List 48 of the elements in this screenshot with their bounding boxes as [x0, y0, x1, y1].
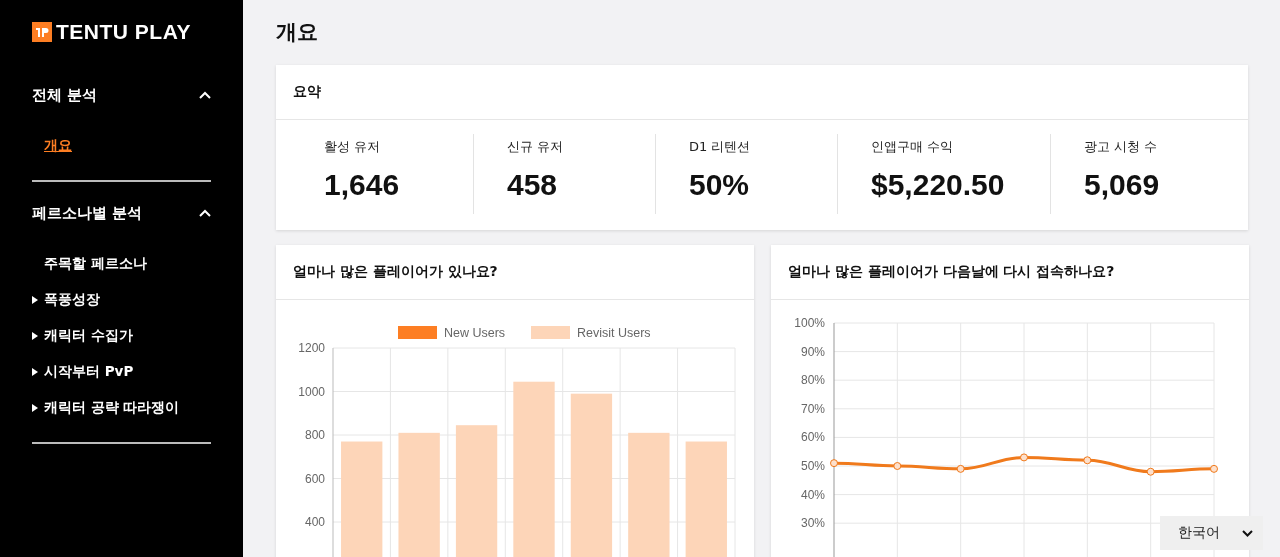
- data-point: [956, 464, 965, 473]
- axis-label: 100%: [794, 316, 825, 330]
- axis-label: 600: [304, 471, 325, 486]
- axis-label: 40%: [800, 487, 825, 502]
- page-title: 개요: [276, 19, 319, 46]
- metric-label: 인앱구매 수익: [871, 138, 955, 156]
- metric-value: $5,220.50: [871, 168, 1006, 203]
- card-title: 얼마나 많은 플레이어가 다음날에 다시 접속하나요?: [771, 245, 1249, 300]
- data-point: [1146, 467, 1155, 476]
- chevron-down-icon: [1242, 529, 1253, 537]
- nav-item[interactable]: 캐릭터 공략 따라쟁이: [44, 399, 180, 417]
- metric-label: D1 리텐션: [689, 138, 752, 156]
- metric-value: 50%: [689, 168, 751, 203]
- metric-value: 5,069: [1084, 168, 1161, 203]
- axis-label: 90%: [800, 344, 825, 359]
- axis-label: 800: [304, 428, 325, 442]
- axis-label: 30%: [800, 516, 825, 531]
- axis-label: 70%: [800, 401, 825, 416]
- axis-label: 1200: [298, 341, 325, 355]
- card-title: 요약: [276, 65, 1248, 120]
- nav-item[interactable]: 캐릭터 수집가: [44, 327, 133, 345]
- axis-label: 60%: [800, 430, 825, 445]
- metric-label: 활성 유저: [324, 138, 382, 156]
- axis-label: 1000: [298, 384, 325, 399]
- language-select[interactable]: 한국어: [1160, 516, 1263, 550]
- logo-icon: [32, 22, 52, 42]
- data-point: [893, 462, 902, 470]
- data-point: [1020, 453, 1028, 462]
- card-title: 얼마나 많은 플레이어가 있나요?: [276, 245, 754, 300]
- axis-label: 400: [304, 515, 325, 529]
- data-point: [1083, 456, 1092, 465]
- data-point: [1210, 464, 1218, 473]
- legend-label: Revisit Users: [577, 326, 651, 340]
- data-point: [830, 459, 838, 468]
- section-title[interactable]: 페르소나별 분석: [32, 203, 143, 223]
- metric-value: 458: [507, 168, 559, 203]
- axis-label: 80%: [800, 373, 825, 388]
- section-title[interactable]: 전체 분석: [32, 85, 98, 105]
- nav-item[interactable]: 시작부터 PvP: [44, 363, 134, 381]
- legend-label: New Users: [444, 326, 506, 340]
- metric-label: 신규 유저: [507, 138, 565, 156]
- axis-label: 50%: [800, 459, 825, 473]
- nav-link[interactable]: 개요: [32, 128, 211, 164]
- metric-value: 1,646: [324, 168, 401, 203]
- nav-item[interactable]: 주목할 페르소나: [32, 246, 211, 282]
- nav-item[interactable]: 폭풍성장: [44, 291, 100, 309]
- brand-name: TENTU PLAY: [56, 22, 191, 42]
- metric-label: 광고 시청 수: [1084, 138, 1159, 156]
